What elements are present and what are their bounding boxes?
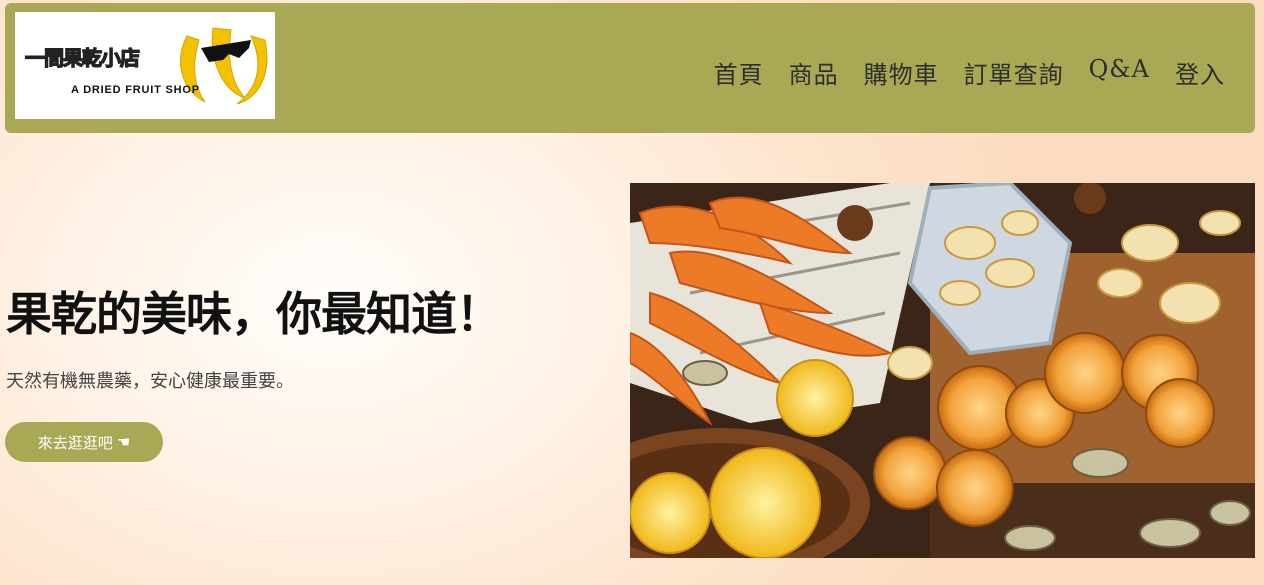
- logo-title: 一間果乾小店: [24, 45, 140, 70]
- site-header: 一間果乾小店 A DRIED FRUIT SHOP 首頁 商品 購物車 訂單查詢…: [5, 3, 1255, 133]
- dried-fruit-photo: [630, 183, 1255, 558]
- nav-home[interactable]: 首頁: [714, 55, 764, 90]
- nav-login[interactable]: 登入: [1175, 55, 1225, 90]
- nav-qa[interactable]: Q&A: [1089, 55, 1150, 90]
- nav-products[interactable]: 商品: [789, 55, 839, 90]
- nav-cart[interactable]: 購物車: [864, 55, 939, 90]
- dried-fruit-illustration: [630, 183, 1255, 558]
- hero-subtitle: 天然有機無農藥，安心健康最重要。: [6, 371, 294, 392]
- shop-logo[interactable]: 一間果乾小店 A DRIED FRUIT SHOP: [15, 12, 275, 119]
- logo-subtitle: A DRIED FRUIT SHOP: [71, 84, 200, 96]
- shop-now-button[interactable]: 來去逛逛吧 ☚: [5, 422, 163, 462]
- pointing-hand-icon: ☚: [116, 434, 131, 451]
- main-nav: 首頁 商品 購物車 訂單查詢 Q&A 登入: [714, 55, 1225, 90]
- shop-now-label: 來去逛逛吧: [37, 434, 113, 452]
- nav-order-lookup[interactable]: 訂單查詢: [964, 55, 1064, 90]
- hero-title: 果乾的美味，你最知道！: [6, 287, 502, 341]
